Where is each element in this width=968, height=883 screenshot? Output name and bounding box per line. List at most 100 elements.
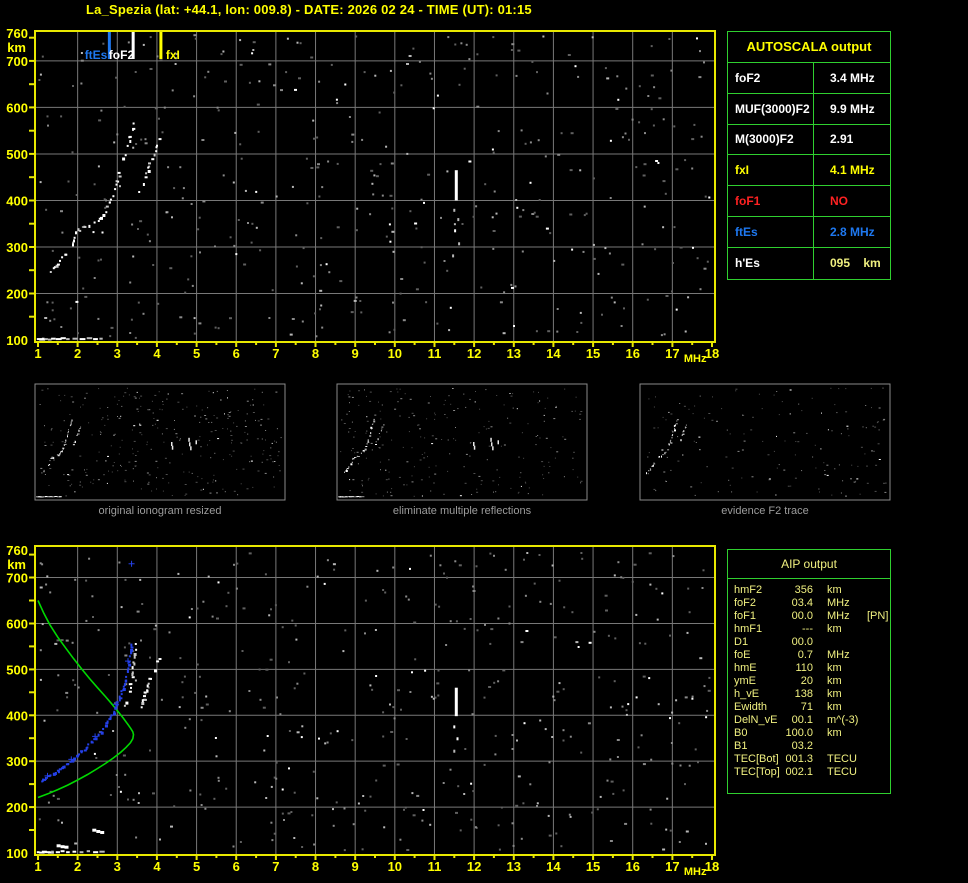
aip-row: foF2 03.4 MHz xyxy=(728,597,890,610)
svg-text:km: km xyxy=(7,40,26,55)
svg-text:10: 10 xyxy=(388,859,402,874)
main-ionogram-plot-traces xyxy=(36,122,461,341)
svg-text:14: 14 xyxy=(546,859,561,874)
aip-label: hmF1 xyxy=(734,623,763,635)
thumbnail-caption-eliminate: eliminate multiple reflections xyxy=(392,505,532,517)
svg-text:200: 200 xyxy=(6,286,28,301)
svg-text:MHz: MHz xyxy=(684,866,707,878)
svg-text:16: 16 xyxy=(625,346,639,361)
aip-value: 0.7 xyxy=(797,649,813,661)
aip-unit: km xyxy=(827,688,842,700)
svg-text:5: 5 xyxy=(193,859,200,874)
aip-row: foF1 00.0 MHz [PN] xyxy=(728,610,890,623)
aip-extra xyxy=(863,623,867,636)
aip-extra xyxy=(863,662,867,675)
svg-text:11: 11 xyxy=(428,859,442,874)
svg-text:12: 12 xyxy=(467,346,481,361)
profile-ionogram-plot-frame xyxy=(29,545,716,860)
aip-label: TEC[Bot] xyxy=(734,753,779,765)
autoscala-row-label: h'Es xyxy=(728,247,814,279)
autoscala-table-title: AUTOSCALA output xyxy=(728,32,890,63)
aip-unit xyxy=(813,740,863,753)
svg-text:3: 3 xyxy=(114,346,121,361)
aip-unit: MHz xyxy=(827,610,850,622)
svg-text:500: 500 xyxy=(6,662,28,677)
aip-unit: MHz xyxy=(827,649,850,661)
aip-unit: TECU xyxy=(827,753,857,765)
aip-row: h_vE 138 km xyxy=(728,688,890,701)
aip-label: foE xyxy=(734,649,751,661)
aip-value: 20 xyxy=(800,675,813,687)
autoscala-row: ftEs 2.8 MHz xyxy=(728,216,890,248)
svg-text:6: 6 xyxy=(233,346,240,361)
aip-extra xyxy=(863,688,867,701)
aip-extra xyxy=(863,675,867,688)
aip-label: DelN_vE xyxy=(734,714,778,726)
svg-text:17: 17 xyxy=(665,859,679,874)
svg-text:600: 600 xyxy=(6,616,28,631)
aip-unit: km xyxy=(827,584,842,596)
autoscala-row-label: foF1 xyxy=(728,186,814,216)
svg-text:11: 11 xyxy=(428,346,442,361)
aip-unit: km xyxy=(827,662,842,674)
aip-value: 00.0 xyxy=(791,636,813,648)
profile-ionogram-plot-restored-trace xyxy=(41,560,135,783)
svg-text:5: 5 xyxy=(193,346,200,361)
svg-text:200: 200 xyxy=(6,800,28,815)
svg-text:13: 13 xyxy=(507,859,521,874)
aip-row: ymE 20 km xyxy=(728,675,890,688)
main-ionogram-plot-markers: ftEs foF2 fxI xyxy=(85,32,180,62)
aip-table-rows: hmF2 356 km foF2 03.4 MHz foF1 00.0 MHz [PN] hmF1 -… xyxy=(728,579,890,779)
svg-text:8: 8 xyxy=(312,346,319,361)
aip-row: hmE 110 km xyxy=(728,662,890,675)
svg-text:2: 2 xyxy=(74,346,81,361)
autoscala-row-label: M(3000)F2 xyxy=(728,124,814,155)
svg-text:15: 15 xyxy=(586,346,600,361)
autoscala-row-value: 2.91 xyxy=(830,132,854,147)
aip-unit: m^(-3) xyxy=(827,714,859,726)
autoscala-table-rows: foF2 3.4 MHz MUF(3000)F2 9.9 MHz M(3000)F2 2.… xyxy=(728,63,890,279)
svg-text:100: 100 xyxy=(6,333,28,348)
svg-text:100: 100 xyxy=(6,846,28,861)
aip-extra xyxy=(863,766,867,779)
aip-unit: TECU xyxy=(827,766,857,778)
svg-text:14: 14 xyxy=(546,346,561,361)
main-ionogram-plot-frame xyxy=(29,30,716,347)
svg-text:7: 7 xyxy=(272,859,279,874)
svg-text:fxI: fxI xyxy=(166,48,180,62)
autoscala-row: M(3000)F2 2.91 xyxy=(728,124,890,156)
svg-text:700: 700 xyxy=(6,54,28,69)
aip-label: B1 xyxy=(734,740,748,752)
autoscala-row-label: fxI xyxy=(728,155,814,186)
svg-text:4: 4 xyxy=(153,859,161,874)
aip-output-table: AIP output hmF2 356 km foF2 03.4 MHz foF1 00.0 M… xyxy=(727,549,891,794)
autoscala-window: La_Spezia (lat: +44.1, lon: 009.8) - DAT… xyxy=(0,0,968,883)
aip-row: DelN_vE 00.1 m^(-3) xyxy=(728,714,890,727)
svg-text:10: 10 xyxy=(388,346,402,361)
aip-row: hmF1 --- km xyxy=(728,623,890,636)
autoscala-output-table: AUTOSCALA output foF2 3.4 MHz MUF(3000)F2 9… xyxy=(727,31,891,280)
aip-extra: [PN] xyxy=(867,610,889,622)
aip-unit: km xyxy=(827,727,842,739)
aip-row: foE 0.7 MHz xyxy=(728,649,890,662)
aip-value: --- xyxy=(802,623,813,635)
autoscala-row-value: 9.9 MHz xyxy=(830,101,875,116)
aip-label: hmE xyxy=(734,662,757,674)
autoscala-row-label: MUF(3000)F2 xyxy=(728,93,814,124)
svg-text:12: 12 xyxy=(467,859,481,874)
svg-text:6: 6 xyxy=(233,859,240,874)
profile-ionogram-plot-axis-labels: 760700600500400300200100km1 2 3 4 5 6 7 8 9 10 11 1… xyxy=(6,543,719,878)
autoscala-row: MUF(3000)F2 9.9 MHz xyxy=(728,93,890,125)
aip-unit xyxy=(813,636,863,649)
autoscala-row: fxI 4.1 MHz xyxy=(728,155,890,187)
main-ionogram-plot-grid xyxy=(35,31,715,342)
aip-row: Ewidth 71 km xyxy=(728,701,890,714)
svg-text:760: 760 xyxy=(6,26,28,41)
aip-value: 001.3 xyxy=(785,753,813,765)
autoscala-row: foF2 3.4 MHz xyxy=(728,63,890,94)
aip-label: hmF2 xyxy=(734,584,763,596)
thumbnail-2 xyxy=(639,383,891,501)
aip-row: hmF2 356 km xyxy=(728,584,890,597)
svg-text:18: 18 xyxy=(705,346,719,361)
aip-table-title: AIP output xyxy=(728,550,890,579)
